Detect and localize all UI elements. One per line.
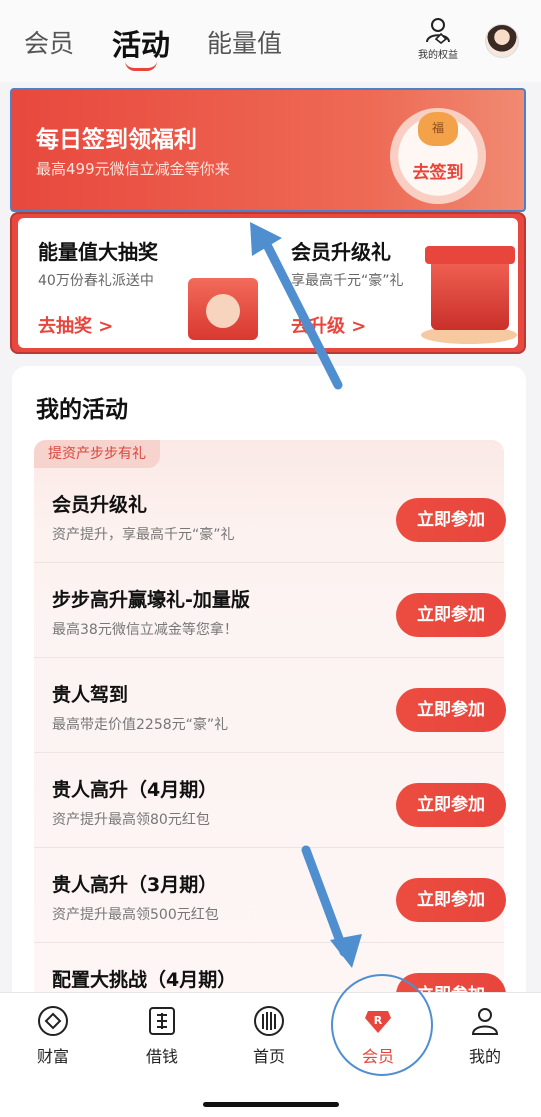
activity-title: 贵人高升（3月期） — [52, 874, 218, 896]
activity-title: 步步高升赢壕礼-加量版 — [52, 589, 250, 611]
activity-subtitle: 资产提升最高领80元红包 — [52, 812, 210, 828]
activity-subtitle: 最高38元微信立减金等您拿！ — [52, 622, 238, 638]
promo-cards-inner: 能量值大抽奖 40万份春礼派送中 去抽奖 > 会员升级礼 享最高千元“豪”礼 去… — [18, 218, 518, 348]
gift-box-open-illustration — [425, 246, 515, 330]
activity-subtitle: 资产提升最高领500元红包 — [52, 907, 219, 923]
gift-box-illustration — [188, 278, 258, 340]
child-face-illustration — [206, 294, 240, 328]
profile-icon — [471, 1008, 499, 1035]
member-upgrade-title: 会员升级礼 — [291, 240, 391, 264]
bottom-nav: 财富 借钱 首页 R 会员 我的 — [0, 992, 541, 1117]
nav-item-home[interactable]: 首页 — [234, 1005, 304, 1067]
nav-item-wealth[interactable]: 财富 — [18, 1005, 88, 1067]
top-tab-bar: 会员 活动 能量值 我的权益 — [0, 0, 541, 82]
activity-subtitle: 最高带走价值2258元“豪”礼 — [52, 717, 229, 733]
my-activities-title: 我的活动 — [36, 397, 128, 423]
signin-subtitle: 最高499元微信立减金等你来 — [36, 160, 230, 178]
lucky-bag-char: 福 — [431, 121, 444, 135]
rights-icon — [426, 18, 450, 44]
nav-label: 财富 — [36, 1047, 69, 1066]
my-activities-section: 我的活动 提资产步步有礼 会员升级礼 资产提升，享最高千元“豪”礼 立即参加 步… — [12, 366, 526, 1038]
activity-row[interactable]: 贵人驾到 最高带走价值2258元“豪”礼 立即参加 — [34, 658, 506, 753]
activity-list: 会员升级礼 资产提升，享最高千元“豪”礼 立即参加 步步高升赢壕礼-加量版 最高… — [34, 468, 506, 1038]
nav-label: 我的 — [468, 1047, 501, 1066]
energy-lottery-title: 能量值大抽奖 — [38, 240, 158, 264]
activities-panel: 提资产步步有礼 会员升级礼 资产提升，享最高千元“豪”礼 立即参加 步步高升赢壕… — [34, 440, 506, 1038]
gift-lid-illustration — [425, 246, 515, 264]
activity-row[interactable]: 步步高升赢壕礼-加量版 最高38元微信立减金等您拿！ 立即参加 — [34, 563, 506, 658]
home-indicator — [203, 1102, 339, 1107]
activity-row[interactable]: 会员升级礼 资产提升，享最高千元“豪”礼 立即参加 — [34, 468, 506, 563]
wealth-icon — [38, 1006, 68, 1036]
signin-button-circle[interactable]: 福 去签到 — [390, 108, 486, 204]
nav-item-profile[interactable]: 我的 — [450, 1005, 520, 1067]
activity-title: 会员升级礼 — [52, 494, 148, 516]
join-button[interactable]: 立即参加 — [396, 688, 506, 732]
join-button[interactable]: 立即参加 — [396, 783, 506, 827]
nav-item-borrow[interactable]: 借钱 — [127, 1005, 197, 1067]
activity-row[interactable]: 贵人高升（3月期） 资产提升最高领500元红包 立即参加 — [34, 848, 506, 943]
activities-tag: 提资产步步有礼 — [34, 440, 160, 468]
member-upgrade-subtitle: 享最高千元“豪”礼 — [291, 273, 404, 289]
daily-signin-banner[interactable]: 每日签到领福利 最高499元微信立减金等你来 福 去签到 — [10, 88, 526, 212]
go-lottery-link[interactable]: 去抽奖 > — [38, 312, 113, 338]
lucky-bag-icon: 福 — [418, 112, 458, 146]
my-rights-label: 我的权益 — [418, 50, 458, 61]
energy-lottery-card[interactable]: 能量值大抽奖 40万份春礼派送中 去抽奖 > — [18, 218, 268, 348]
nav-label: 借钱 — [145, 1047, 178, 1066]
signin-button[interactable]: 去签到 — [390, 158, 486, 183]
signin-title: 每日签到领福利 — [36, 127, 197, 153]
active-tab-indicator — [125, 61, 157, 71]
activity-row[interactable]: 贵人高升（4月期） 资产提升最高领80元红包 立即参加 — [34, 753, 506, 848]
tab-member[interactable]: 会员 — [24, 24, 74, 60]
activity-subtitle: 资产提升，享最高千元“豪”礼 — [52, 527, 235, 543]
activity-title: 贵人驾到 — [52, 684, 129, 706]
tab-energy[interactable]: 能量值 — [207, 24, 282, 60]
borrow-icon — [149, 1007, 175, 1035]
home-icon — [254, 1006, 284, 1036]
energy-lottery-subtitle: 40万份春礼派送中 — [38, 273, 154, 289]
activity-title: 配置大挑战（4月期） — [52, 969, 237, 991]
join-button[interactable]: 立即参加 — [396, 878, 506, 922]
tab-activities[interactable]: 活动 — [112, 22, 170, 64]
avatar[interactable] — [485, 24, 519, 58]
go-upgrade-link[interactable]: 去升级 > — [291, 312, 366, 338]
activity-title: 贵人高升（4月期） — [52, 779, 218, 801]
join-button[interactable]: 立即参加 — [396, 498, 506, 542]
nav-label: 首页 — [252, 1047, 285, 1066]
my-rights-button[interactable]: 我的权益 — [410, 16, 466, 61]
member-upgrade-card[interactable]: 会员升级礼 享最高千元“豪”礼 去升级 > — [271, 218, 521, 348]
promo-cards: 能量值大抽奖 40万份春礼派送中 去抽奖 > 会员升级礼 享最高千元“豪”礼 去… — [10, 212, 526, 354]
member-nav-highlight-circle — [331, 974, 433, 1076]
join-button[interactable]: 立即参加 — [396, 593, 506, 637]
